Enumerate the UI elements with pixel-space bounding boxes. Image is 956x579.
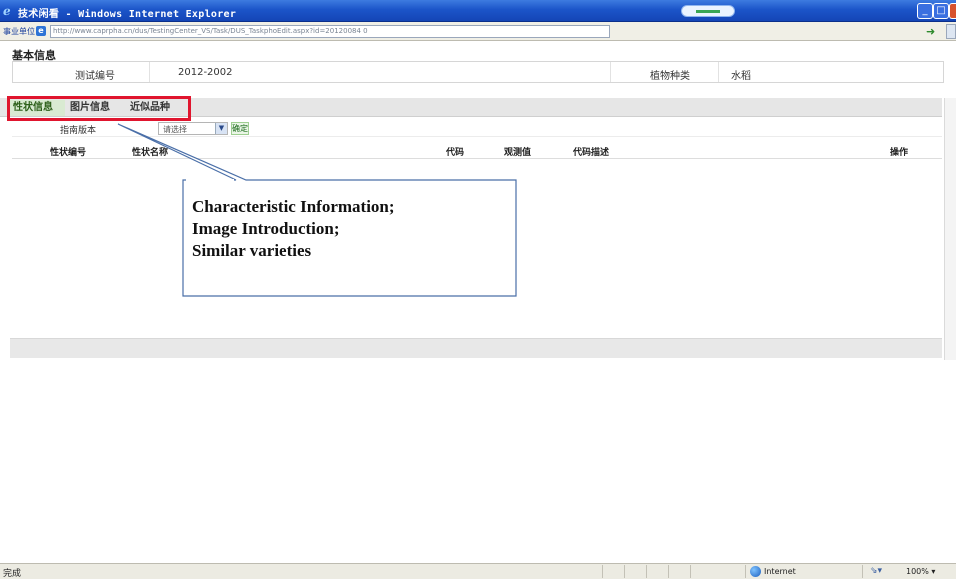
titlebar-progress-pill-icon (681, 5, 735, 17)
ie-logo-icon: ℯ (3, 4, 11, 18)
page-icon: e (36, 26, 46, 36)
window-titlebar: ℯ 技术闲看 - Windows Internet Explorer _ □ (0, 0, 956, 22)
minimize-button[interactable]: _ (917, 3, 933, 19)
divider (602, 565, 603, 578)
column-header: 代码描述 (573, 148, 610, 158)
close-button[interactable] (949, 3, 956, 19)
maximize-button[interactable]: □ (933, 3, 949, 19)
vertical-scrollbar[interactable] (944, 98, 956, 360)
test-no-value: 2012-2002 (178, 67, 233, 78)
guide-version-label: 指南版本 (60, 126, 97, 136)
protected-mode-icon[interactable]: ⇘▾ (870, 566, 882, 576)
tab-image-info[interactable]: 图片信息 (67, 100, 122, 116)
zoom-value: 100% (906, 567, 929, 576)
internet-zone-icon (750, 566, 761, 577)
divider (646, 565, 647, 578)
divider (690, 565, 691, 578)
grid-footer (10, 338, 942, 358)
test-no-label: 测试编号 (75, 71, 115, 82)
zoom-level[interactable]: 100% ▾ (906, 567, 935, 576)
tab-similar-varieties[interactable]: 近似品种 (127, 100, 187, 116)
column-header: 性状名称 (132, 148, 169, 158)
filter-row: 指南版本 请选择 ▼ 确定 (12, 120, 942, 137)
divider (624, 565, 625, 578)
toolbar-overflow-icon[interactable] (946, 24, 956, 39)
favorites-label[interactable]: 事业单位 (3, 26, 35, 37)
url-input[interactable]: http://www.caprpha.cn/dus/TestingCenter_… (50, 25, 610, 38)
column-header: 代码 (446, 148, 465, 158)
tab-characteristic-info[interactable]: 性状信息 (10, 100, 65, 116)
status-text: 完成 (3, 569, 22, 579)
chevron-down-icon[interactable]: ▼ (215, 123, 227, 134)
guide-version-select[interactable]: 请选择 ▼ (158, 122, 228, 135)
column-header: 性状编号 (50, 148, 87, 158)
callout-annotation (117, 123, 517, 297)
zone-label: Internet (764, 567, 796, 576)
crop-type-label: 植物种类 (650, 71, 690, 82)
select-value: 请选择 (163, 125, 187, 134)
status-bar: 完成 Internet ⇘▾ 100% ▾ (0, 563, 956, 579)
column-header: 操作 (890, 148, 909, 158)
basic-info-row: 测试编号 2012-2002 植物种类 水稻 (12, 61, 944, 83)
divider (862, 565, 863, 578)
callout-text: Characteristic Information; Image Introd… (192, 196, 512, 262)
address-bar: 事业单位 e http://www.caprpha.cn/dus/Testing… (0, 22, 956, 41)
confirm-button[interactable]: 确定 (231, 122, 249, 135)
callout-line: Similar varieties (192, 241, 312, 260)
callout-line: Image Introduction; (192, 219, 340, 238)
divider (668, 565, 669, 578)
column-header: 观测值 (504, 148, 532, 158)
divider (718, 62, 719, 82)
divider (610, 62, 611, 82)
go-arrow-icon[interactable]: ➜ (926, 25, 940, 38)
callout-line: Characteristic Information; (192, 197, 395, 216)
crop-type-value: 水稻 (731, 71, 751, 82)
window-title: 技术闲看 - Windows Internet Explorer (18, 9, 237, 20)
divider (149, 62, 150, 82)
table-header: 性状编号 性状名称 代码 观测值 代码描述 操作 (12, 142, 942, 159)
divider (745, 565, 746, 578)
